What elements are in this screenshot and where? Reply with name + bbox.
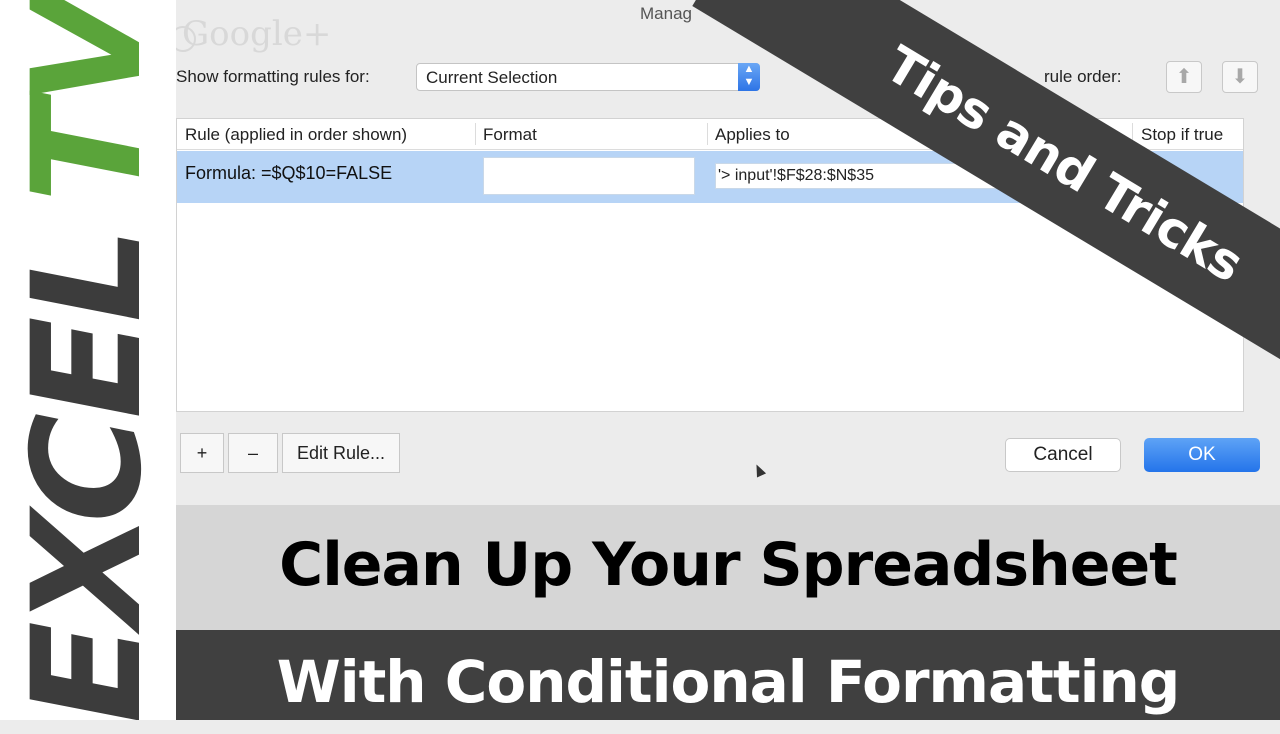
rule-cell: Formula: =$Q$10=FALSE <box>185 163 393 183</box>
google-plus-watermark: Google+ <box>182 14 332 54</box>
show-rules-label: Show formatting rules for: <box>176 67 370 86</box>
logo-excel-text: EXCEL <box>1 232 175 720</box>
headline-bar: Clean Up Your Spreadsheet <box>176 505 1280 630</box>
rules-scope-select[interactable]: Current Selection ▲ ▼ <box>416 63 760 91</box>
select-value: Current Selection <box>426 68 558 87</box>
headline-title: Clean Up Your Spreadsheet <box>279 530 1178 600</box>
header-format: Format <box>483 125 537 144</box>
move-rule-down-button[interactable]: ⬇ <box>1222 61 1258 93</box>
chevron-updown-icon: ▲ ▼ <box>738 63 760 91</box>
format-preview <box>483 157 695 195</box>
add-rule-button[interactable]: + <box>180 433 224 473</box>
subtitle-bar: With Conditional Formatting <box>176 630 1280 720</box>
header-applies-to: Applies to <box>715 125 790 144</box>
arrow-up-icon: ⬆ <box>1175 66 1193 88</box>
brand-strip: EXCEL TV <box>0 0 176 720</box>
column-divider <box>707 123 708 145</box>
header-rule: Rule (applied in order shown) <box>185 125 408 144</box>
logo-tv-text: TV <box>1 0 175 203</box>
column-divider <box>475 123 476 145</box>
move-rule-up-button[interactable]: ⬆ <box>1166 61 1202 93</box>
edit-rule-button[interactable]: Edit Rule... <box>282 433 400 473</box>
subtitle-text: With Conditional Formatting <box>276 648 1181 716</box>
remove-rule-button[interactable]: – <box>228 433 278 473</box>
cancel-button[interactable]: Cancel <box>1005 438 1121 472</box>
header-stop-if-true: Stop if true <box>1141 125 1224 144</box>
mouse-pointer-icon <box>751 462 767 478</box>
excel-tv-logo: EXCEL TV <box>1 0 175 720</box>
window-title: Manag <box>640 4 692 23</box>
arrow-down-icon: ⬇ <box>1231 66 1249 88</box>
applies-to-value: '> input'!$F$28:$N$35 <box>718 167 874 184</box>
ok-button[interactable]: OK <box>1144 438 1260 472</box>
rule-order-label: rule order: <box>1044 67 1122 86</box>
